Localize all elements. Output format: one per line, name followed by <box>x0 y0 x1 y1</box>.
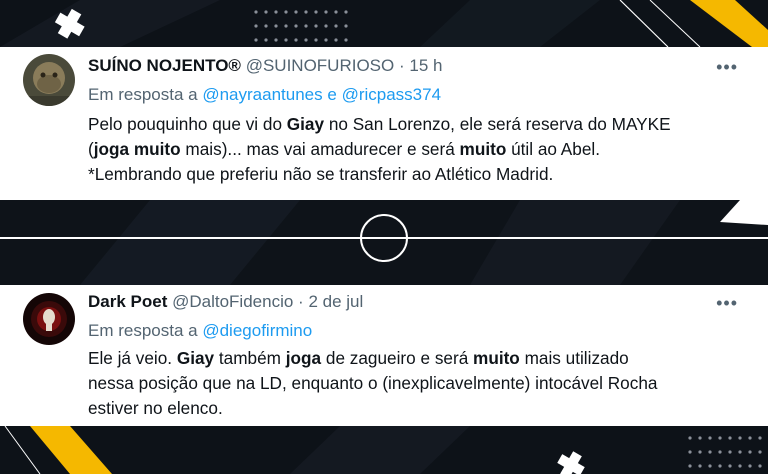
reply-prefix: Em resposta a <box>88 85 198 104</box>
reply-context: Em resposta a @diegofirmino <box>88 321 312 341</box>
tweet-text-line: nessa posição que na LD, enquanto o (ine… <box>88 373 658 393</box>
tweet-text: Pelo pouquinho que vi do Giay no San Lor… <box>88 112 671 187</box>
avatar[interactable] <box>23 54 75 106</box>
tweet-text: Ele já veio. Giay também joga de zagueir… <box>88 346 657 421</box>
display-name[interactable]: Dark Poet <box>88 292 167 311</box>
tweet-text-line: (joga muito mais)... mas vai amadurecer … <box>88 139 600 159</box>
reply-context: Em resposta a @nayraantunes e @ricpass37… <box>88 85 441 105</box>
user-handle[interactable]: @DaltoFidencio <box>172 292 293 311</box>
avatar[interactable] <box>23 293 75 345</box>
tweet-text-line: estiver no elenco. <box>88 398 223 418</box>
separator: · <box>398 56 405 75</box>
bold-keyword: joga <box>285 348 322 368</box>
tweet-text-line: Ele já veio. Giay também joga de zagueir… <box>88 348 629 368</box>
user-handle[interactable]: @SUINOFURIOSO <box>246 56 395 75</box>
bold-keyword: Giay <box>176 348 215 368</box>
tweet-card[interactable]: SUÍNO NOJENTO® @SUINOFURIOSO · 15 h ••• … <box>0 47 768 200</box>
bold-keyword: Giay <box>286 114 325 134</box>
tweet-header: SUÍNO NOJENTO® @SUINOFURIOSO · 15 h <box>88 56 442 76</box>
display-name[interactable]: SUÍNO NOJENTO® <box>88 56 241 75</box>
tweet-header: Dark Poet @DaltoFidencio · 2 de jul <box>88 292 363 312</box>
mention-link[interactable]: @ricpass374 <box>342 85 441 104</box>
bold-keyword: muito <box>473 348 520 368</box>
ellipsis-icon[interactable]: ••• <box>716 58 738 76</box>
mention-link[interactable]: @diegofirmino <box>202 321 312 340</box>
timestamp[interactable]: 2 de jul <box>308 292 363 311</box>
ellipsis-icon[interactable]: ••• <box>716 294 738 312</box>
separator: · <box>298 292 304 311</box>
bold-keyword: joga muito <box>93 139 181 159</box>
reply-prefix: Em resposta a <box>88 321 198 340</box>
mention-joiner: e <box>327 85 337 104</box>
timestamp[interactable]: 15 h <box>409 56 442 75</box>
tweet-text-line: *Lembrando que preferiu não se transferi… <box>88 164 554 184</box>
tweet-text-line: Pelo pouquinho que vi do Giay no San Lor… <box>88 114 671 134</box>
tweet-card[interactable]: Dark Poet @DaltoFidencio · 2 de jul ••• … <box>0 285 768 426</box>
mention-link[interactable]: @nayraantunes <box>202 85 322 104</box>
bold-keyword: muito <box>459 139 507 159</box>
